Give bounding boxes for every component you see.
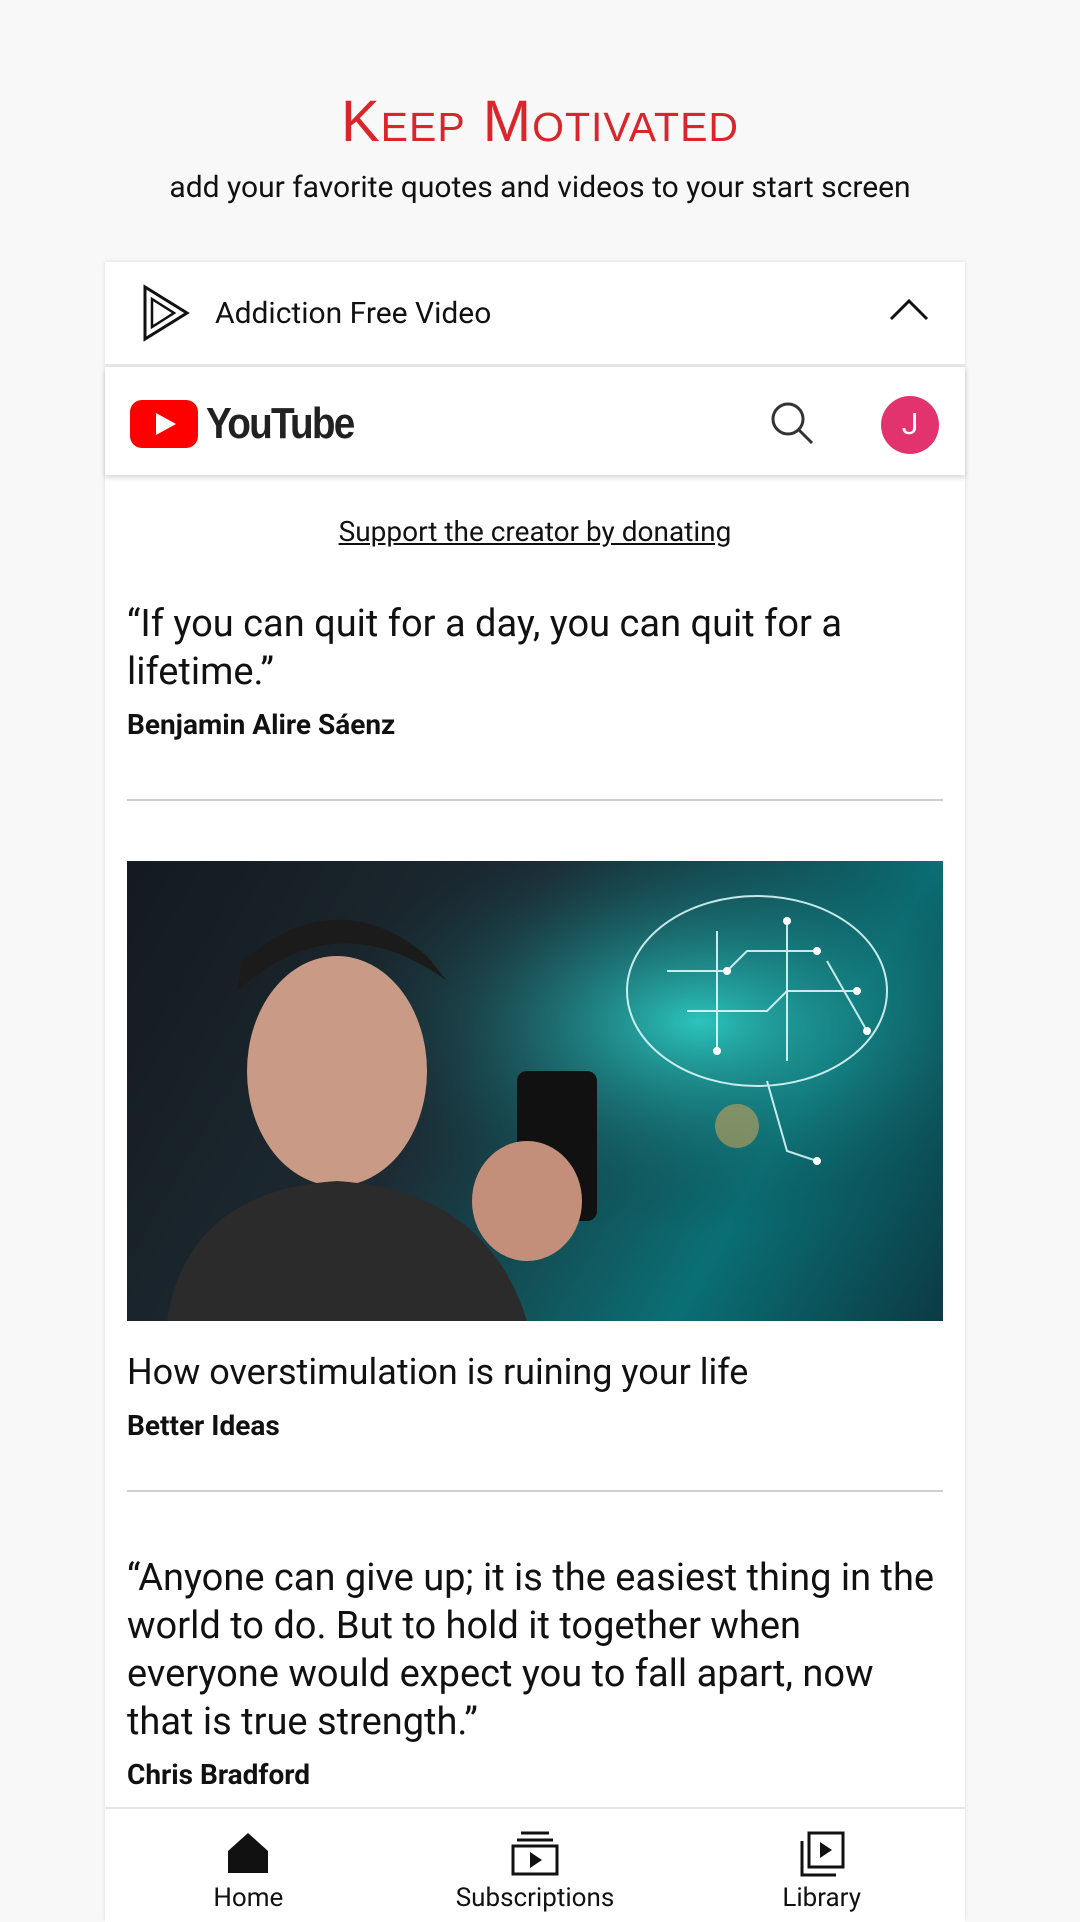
home-icon bbox=[228, 1833, 269, 1873]
quote-item: “If you can quit for a day, you can quit… bbox=[105, 600, 965, 741]
library-icon bbox=[800, 1831, 845, 1877]
subscriptions-icon bbox=[511, 1831, 559, 1876]
play-outline-icon bbox=[143, 284, 190, 342]
search-icon[interactable] bbox=[770, 401, 814, 445]
avatar[interactable]: J bbox=[881, 396, 939, 454]
video-channel[interactable]: Better Ideas bbox=[127, 1409, 943, 1442]
divider bbox=[127, 799, 943, 801]
bottom-navigation: Home Subscriptions Library bbox=[105, 1807, 965, 1922]
quote-item: “Anyone can give up; it is the easiest t… bbox=[105, 1554, 965, 1791]
video-card: Addiction Free Video YouTube J Support t… bbox=[105, 262, 965, 1922]
page-subtitle: add your favorite quotes and videos to y… bbox=[169, 170, 911, 205]
nav-library-label: Library bbox=[782, 1883, 862, 1913]
nav-home-label: Home bbox=[213, 1883, 284, 1913]
page-title: Keep Motivated bbox=[340, 89, 740, 154]
quote-author: Chris Bradford bbox=[127, 1758, 311, 1791]
youtube-wordmark: YouTube bbox=[206, 399, 355, 448]
thumbnail-image bbox=[127, 861, 943, 1321]
card-header[interactable]: Addiction Free Video bbox=[105, 262, 965, 367]
video-thumbnail[interactable] bbox=[127, 861, 943, 1321]
youtube-header: YouTube J bbox=[105, 367, 965, 475]
youtube-logo[interactable]: YouTube bbox=[130, 399, 374, 449]
quote-text: “Anyone can give up; it is the easiest t… bbox=[127, 1556, 935, 1744]
nav-subscriptions-label: Subscriptions bbox=[455, 1883, 615, 1913]
quote-author: Benjamin Alire Sáenz bbox=[127, 708, 396, 741]
quote-text: “If you can quit for a day, you can quit… bbox=[127, 602, 842, 694]
nav-library[interactable]: Library bbox=[678, 1809, 965, 1922]
divider bbox=[127, 1490, 943, 1492]
nav-home[interactable]: Home bbox=[105, 1809, 392, 1922]
donate-link[interactable]: Support the creator by donating bbox=[105, 515, 965, 548]
youtube-play-icon bbox=[130, 400, 198, 448]
feed: Support the creator by donating “If you … bbox=[105, 475, 965, 1810]
card-title: Addiction Free Video bbox=[215, 295, 492, 331]
chevron-up-icon[interactable] bbox=[889, 297, 929, 323]
video-title[interactable]: How overstimulation is ruining your life bbox=[127, 1351, 943, 1393]
page-header: Keep Motivated add your favorite quotes … bbox=[0, 89, 1080, 206]
nav-subscriptions[interactable]: Subscriptions bbox=[392, 1809, 679, 1922]
